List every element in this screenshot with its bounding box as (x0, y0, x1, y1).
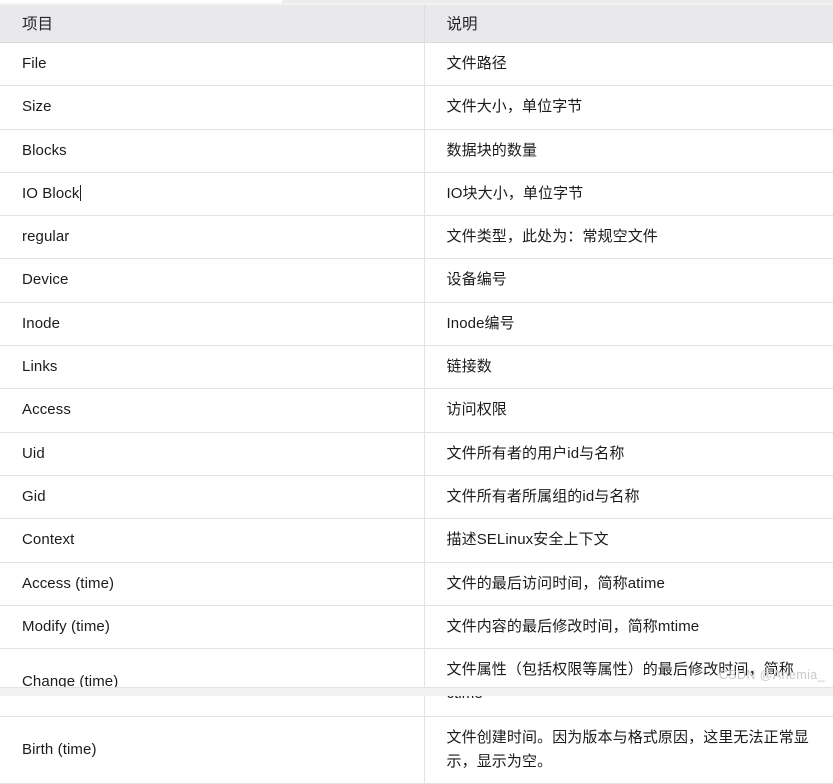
stat-fields-table: 项目 说明 File 文件路径 Size 文件大小，单位字节 Blocks 数据块的数量 I… (0, 5, 833, 784)
table-row: Context 描述SELinux安全上下文 (0, 518, 833, 563)
table-row: Access 访问权限 (0, 388, 833, 433)
cell-description: 访问权限 (424, 388, 833, 433)
table-head: 项目 说明 (0, 5, 833, 43)
cell-item: Gid (0, 475, 425, 520)
cell-item: Modify (time) (0, 605, 425, 650)
cell-item: Context (0, 518, 425, 563)
table-row: regular 文件类型，此处为：常规空文件 (0, 215, 833, 260)
cell-item: Change (time) (0, 648, 425, 717)
cell-description: 文件的最后访问时间，简称atime (424, 562, 833, 606)
cell-item: Links (0, 345, 425, 390)
cell-item: Blocks (0, 129, 425, 173)
cell-item: Birth (time) (0, 716, 425, 784)
cell-description: 文件所有者的用户id与名称 (424, 432, 833, 476)
page-footer-strip (0, 687, 833, 696)
table-row: Blocks 数据块的数量 (0, 129, 833, 173)
table-row: File 文件路径 (0, 42, 833, 87)
cell-item: Access (time) (0, 562, 425, 606)
column-header-description: 说明 (424, 5, 833, 43)
cell-item: Size (0, 85, 425, 130)
cell-description: 描述SELinux安全上下文 (424, 518, 833, 563)
cell-description: 文件类型，此处为：常规空文件 (424, 215, 833, 260)
cell-description: 文件属性（包括权限等属性）的最后修改时间，简称ctime (424, 648, 833, 717)
cell-description: 文件路径 (424, 42, 833, 87)
cell-item: Uid (0, 432, 425, 476)
table-row: Device 设备编号 (0, 258, 833, 303)
cell-item: IO Block (0, 172, 425, 217)
cell-item: Access (0, 388, 425, 433)
cell-description: IO块大小，单位字节 (424, 172, 833, 217)
text-cursor-caret (80, 184, 82, 201)
table-row: Modify (time) 文件内容的最后修改时间，简称mtime (0, 605, 833, 650)
cell-description: 文件内容的最后修改时间，简称mtime (424, 605, 833, 650)
table-row: Birth (time) 文件创建时间。因为版本与格式原因，这里无法正常显示，显示… (0, 716, 833, 784)
cell-item: regular (0, 215, 425, 260)
cell-item-text: IO Block (22, 184, 80, 202)
cell-description: 数据块的数量 (424, 129, 833, 173)
cell-description: Inode编号 (424, 302, 833, 347)
cell-item: Device (0, 258, 425, 303)
table-row: Change (time)文件属性（包括权限等属性）的最后修改时间，简称ctim… (0, 648, 833, 717)
table-row: Access (time) 文件的最后访问时间，简称atime (0, 562, 833, 606)
table-row: Inode Inode编号 (0, 302, 833, 347)
cell-description: 文件所有者所属组的id与名称 (424, 475, 833, 520)
table-row: Gid 文件所有者所属组的id与名称 (0, 475, 833, 520)
cell-description: 链接数 (424, 345, 833, 390)
table-header-row: 项目 说明 (0, 5, 833, 43)
cell-description: 文件创建时间。因为版本与格式原因，这里无法正常显示，显示为空。 (424, 716, 833, 784)
cell-item: Inode (0, 302, 425, 347)
table-row: IO Block IO块大小，单位字节 (0, 172, 833, 217)
cell-item: File (0, 42, 425, 87)
table-body: File 文件路径 Size 文件大小，单位字节 Blocks 数据块的数量 IO Bloc… (0, 42, 833, 784)
page-root: 项目 说明 File 文件路径 Size 文件大小，单位字节 Blocks 数据块的数量 I… (0, 0, 833, 784)
cell-description: 文件大小，单位字节 (424, 85, 833, 130)
column-header-item: 项目 (0, 5, 425, 43)
table-row: Size 文件大小，单位字节 (0, 85, 833, 130)
cell-description: 设备编号 (424, 258, 833, 303)
table-row: Links 链接数 (0, 345, 833, 390)
table-row: Uid 文件所有者的用户id与名称 (0, 432, 833, 476)
